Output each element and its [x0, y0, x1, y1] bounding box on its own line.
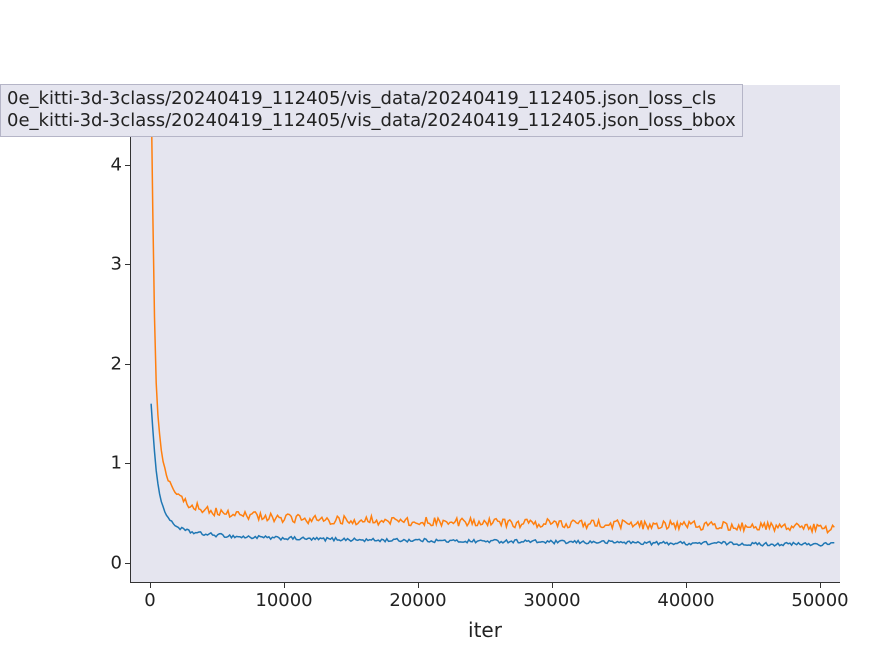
xtick-50000: 50000 [791, 590, 848, 611]
x-axis-label: iter [130, 618, 840, 642]
ytick-mark [125, 264, 130, 265]
ytick-4: 4 [62, 155, 122, 176]
plot-svg [131, 85, 841, 583]
legend-entry-loss-cls: 0e_kitti-3d-3class/20240419_112405/vis_d… [7, 88, 736, 110]
xtick-20000: 20000 [389, 590, 446, 611]
ytick-mark [125, 165, 130, 166]
ytick-2: 2 [62, 354, 122, 375]
plot-area [130, 85, 840, 583]
xtick-mark [418, 583, 419, 588]
ytick-mark [125, 563, 130, 564]
xtick-30000: 30000 [523, 590, 580, 611]
xtick-mark [552, 583, 553, 588]
legend: 0e_kitti-3d-3class/20240419_112405/vis_d… [0, 84, 743, 137]
chart-container: 0e_kitti-3d-3class/20240419_112405/vis_d… [0, 0, 896, 665]
ytick-mark [125, 463, 130, 464]
xtick-mark [284, 583, 285, 588]
xtick-40000: 40000 [657, 590, 714, 611]
ytick-3: 3 [62, 254, 122, 275]
xtick-mark [820, 583, 821, 588]
ytick-0: 0 [62, 553, 122, 574]
xtick-mark [686, 583, 687, 588]
ytick-1: 1 [62, 453, 122, 474]
legend-entry-loss-bbox: 0e_kitti-3d-3class/20240419_112405/vis_d… [7, 110, 736, 132]
xtick-10000: 10000 [255, 590, 312, 611]
xtick-0: 0 [144, 590, 155, 611]
series-loss-bbox [151, 85, 834, 533]
xtick-mark [150, 583, 151, 588]
ytick-mark [125, 364, 130, 365]
